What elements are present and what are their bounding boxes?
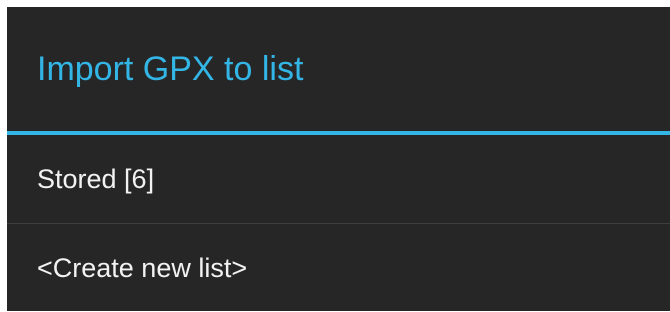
dialog-title: Import GPX to list	[37, 50, 304, 88]
list-options: Stored [6] <Create new list>	[7, 135, 670, 312]
list-item-create-new-list[interactable]: <Create new list>	[7, 224, 670, 312]
list-item-stored[interactable]: Stored [6]	[7, 135, 670, 223]
import-gpx-dialog: Import GPX to list Stored [6] <Create ne…	[7, 7, 670, 311]
